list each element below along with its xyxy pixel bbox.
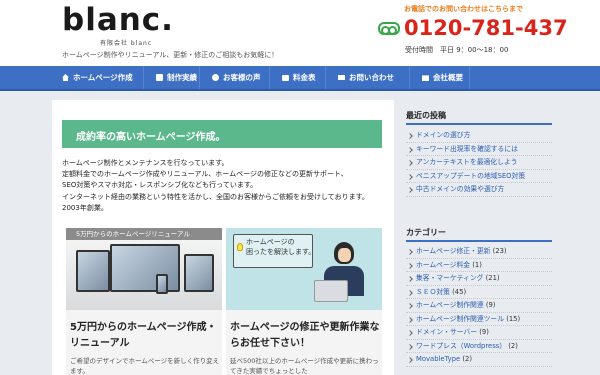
nav-item-company[interactable]: 会社概要 bbox=[410, 66, 470, 89]
category-item[interactable]: 集客・マーケティング (21) bbox=[406, 272, 552, 286]
monitor-graphic bbox=[110, 244, 180, 292]
laptop-graphic bbox=[184, 254, 214, 292]
category-count: (9) bbox=[485, 301, 496, 309]
nav-item-pricing[interactable]: 料金表 bbox=[270, 66, 326, 89]
recent-post-link[interactable]: アンカーテキストを最適化しよう bbox=[406, 156, 552, 170]
category-link[interactable]: ＳＥＯ対策 bbox=[416, 288, 450, 296]
recent-post-link[interactable]: ドメインの選び方 bbox=[406, 129, 552, 143]
site-tagline: ホームページ制作やリニューアル、更新・修正のご相談もお気軽に！ bbox=[62, 51, 279, 59]
category-count: (21) bbox=[485, 274, 500, 282]
category-link[interactable]: ホームページ修正・更新 bbox=[416, 247, 490, 255]
nav-item-homepage-creation[interactable]: ホームページ作成 bbox=[50, 66, 144, 89]
intro-text: ホームページ制作とメンテナンスを行なっています。 定額料金でのホームページ作成や… bbox=[62, 158, 392, 214]
categories-heading: カテゴリー bbox=[406, 228, 446, 237]
category-link[interactable]: 集客・マーケティング bbox=[416, 274, 483, 282]
intro-line: インターネット経由の業務という特性を活かし、全国のお客様からご依頼をお受けしてお… bbox=[62, 192, 369, 212]
mail-icon bbox=[338, 75, 345, 80]
support-staff-image: ホームページの 困ったを解決します。 bbox=[226, 228, 382, 310]
category-count: (9) bbox=[479, 328, 489, 336]
category-count: (23) bbox=[492, 247, 507, 255]
card-description: ご希望のデザインでホームページを新しく作り変えます。 bbox=[70, 357, 220, 375]
nav-label: お問い合わせ bbox=[349, 73, 394, 82]
card-description: 延べ500社以上のホームページ作成や更新に携わってきた実績でちょっとした bbox=[230, 357, 379, 375]
heading-rule bbox=[406, 240, 552, 242]
nav-label: 制作実績 bbox=[167, 73, 197, 82]
speech-text: ホームページの 困ったを解決します。 bbox=[246, 238, 316, 256]
category-item[interactable]: ＳＥＯ対策 (45) bbox=[406, 286, 552, 299]
intro-line: ホームページ制作とメンテナンスを行なっています。 bbox=[62, 159, 229, 167]
laptop-icon bbox=[314, 280, 348, 302]
site-header: blanc. 有限会社 blanc ホームページ制作やリニューアル、更新・修正の… bbox=[0, 0, 600, 66]
category-item[interactable]: ホームページ修正・更新 (23) bbox=[406, 245, 552, 259]
global-nav: ホームページ作成 制作実績 お客様の声 料金表 お問い合わせ 会社概要 bbox=[0, 66, 600, 91]
category-item[interactable]: MovableType (2) bbox=[406, 353, 552, 367]
category-item[interactable]: ドメイン・サーバー (9) bbox=[406, 326, 552, 340]
renewal-service-card[interactable]: 5万円からのホームページリニューアル 5万円からのホームページ作成・リニューアル… bbox=[66, 228, 222, 375]
category-count: (45) bbox=[452, 287, 467, 296]
maintenance-service-card[interactable]: ホームページの 困ったを解決します。 ホームページの修正や更新作業ならお任せ下さ… bbox=[226, 228, 382, 375]
nav-label: ホームページ作成 bbox=[73, 73, 133, 82]
recent-post-link[interactable]: ペニスアップデートの地域SEO対策 bbox=[406, 170, 552, 183]
nav-item-contact[interactable]: お問い合わせ bbox=[326, 66, 410, 89]
category-item[interactable]: ホームページ料金 (1) bbox=[406, 259, 552, 272]
heading-rule bbox=[406, 123, 552, 125]
recent-posts-heading: 最近の投稿 bbox=[406, 111, 446, 120]
speech-bubble-icon bbox=[212, 74, 219, 81]
speech-bubble: ホームページの 困ったを解決します。 bbox=[233, 234, 316, 268]
category-link[interactable]: ドメイン・サーバー bbox=[416, 328, 477, 336]
card-title[interactable]: ホームページの修正や更新作業ならお任せ下さい！ bbox=[230, 320, 380, 352]
category-link[interactable]: ワードプレス（Wordpress） bbox=[416, 342, 506, 350]
business-hours: 受付時間 平日 9：00～18：00 bbox=[405, 46, 509, 54]
category-item[interactable]: ホームページ制作関連ツール (15) bbox=[406, 313, 552, 326]
category-link[interactable]: ホームページ料金 bbox=[416, 261, 470, 269]
main-content: 成約率の高いホームページ作成。 ホームページ制作とメンテナンスを行なっています。… bbox=[52, 100, 394, 375]
tablet-graphic bbox=[76, 250, 110, 292]
price-card-icon bbox=[282, 74, 289, 81]
image-caption: 5万円からのホームページリニューアル bbox=[66, 228, 222, 240]
document-icon bbox=[156, 74, 163, 81]
nav-label: お客様の声 bbox=[223, 73, 261, 82]
category-count: (2) bbox=[462, 355, 473, 363]
category-link[interactable]: ホームページ制作関連 bbox=[416, 301, 484, 309]
nav-item-testimonials[interactable]: お客様の声 bbox=[200, 66, 270, 89]
building-icon bbox=[422, 75, 429, 81]
category-count: (2) bbox=[508, 341, 518, 350]
recent-post-link[interactable]: キーワード出現率を確認するには bbox=[406, 143, 552, 156]
free-dial-icon bbox=[378, 22, 400, 35]
recent-posts-list: ドメインの選び方 キーワード出現率を確認するには アンカーテキストを最適化しよう… bbox=[406, 129, 552, 197]
contact-heading: お電話でのお問い合わせはこちらまで bbox=[404, 5, 523, 13]
banner-title: 成約率の高いホームページ作成。 bbox=[76, 132, 226, 143]
card-title[interactable]: 5万円からのホームページ作成・リニューアル bbox=[70, 320, 220, 352]
category-item[interactable]: ワードプレス（Wordpress） (2) bbox=[406, 340, 552, 353]
recent-post-link[interactable]: 中古ドメインの効果や選び方 bbox=[406, 183, 552, 197]
phone-graphic bbox=[156, 274, 168, 294]
nav-label: 会社概要 bbox=[433, 73, 463, 82]
operator-face bbox=[338, 248, 351, 262]
lightbulb-icon bbox=[237, 243, 243, 251]
intro-line: SEO対策やスマホ対応・レスポンシブ化なども行っています。 bbox=[62, 181, 258, 190]
site-logo[interactable]: blanc. bbox=[62, 2, 174, 38]
devices-image: 5万円からのホームページリニューアル bbox=[66, 228, 222, 310]
hero-banner: 成約率の高いホームページ作成。 bbox=[62, 120, 382, 148]
category-item[interactable]: ホームページ制作関連 (9) bbox=[406, 299, 552, 313]
intro-line: 定額料金でのホームページ作成やリニューアル、ホームページの修正などの更新サポート… bbox=[62, 170, 348, 179]
home-icon bbox=[62, 74, 69, 81]
category-count: (15) bbox=[506, 314, 521, 323]
company-name: 有限会社 blanc bbox=[100, 40, 153, 47]
category-count: (1) bbox=[472, 260, 482, 269]
phone-number[interactable]: 0120-781-437 bbox=[404, 16, 568, 40]
category-link[interactable]: ホームページ制作関連ツール bbox=[416, 315, 504, 323]
categories-list: ホームページ修正・更新 (23) ホームページ料金 (1) 集客・マーケティング… bbox=[406, 245, 552, 367]
nav-item-works[interactable]: 制作実績 bbox=[144, 66, 200, 89]
nav-label: 料金表 bbox=[293, 73, 316, 82]
category-link[interactable]: MovableType bbox=[416, 355, 460, 363]
